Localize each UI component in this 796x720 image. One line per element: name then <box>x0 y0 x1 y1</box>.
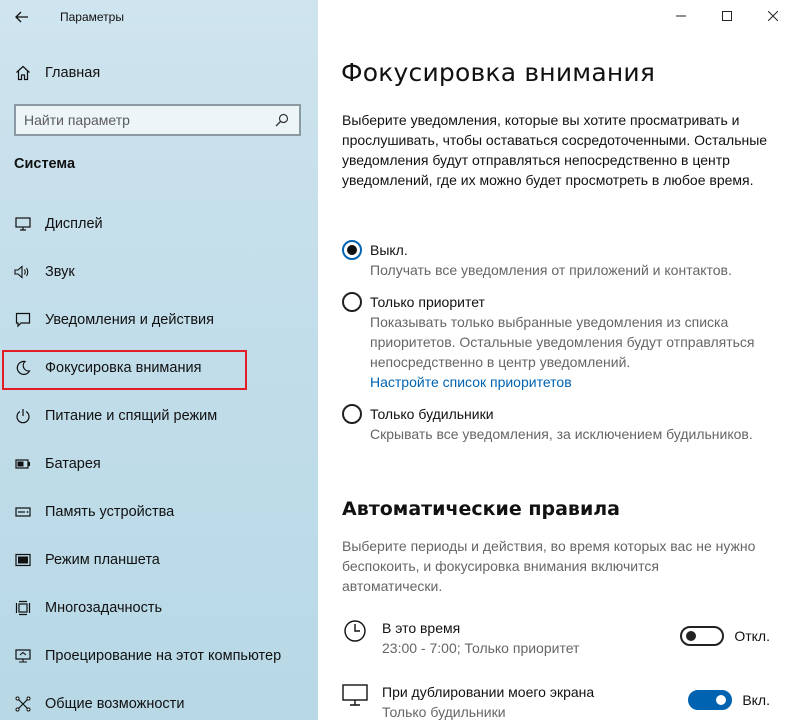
sidebar-item-notifications[interactable]: Уведомления и действия <box>0 296 318 344</box>
section-title: Система <box>14 156 76 172</box>
nav-list: Дисплей Звук Уведомления и действия Фоку… <box>0 200 318 720</box>
tablet-icon <box>12 550 34 570</box>
minimize-icon <box>676 15 686 17</box>
radio-label: Только будильники <box>370 406 494 422</box>
monitor-icon <box>342 682 368 708</box>
focus-mode-radio-group: Выкл. Получать все уведомления от прилож… <box>342 240 782 456</box>
notifications-icon <box>12 310 34 330</box>
sound-icon <box>12 262 34 282</box>
page-description: Выберите уведомления, которые вы хотите … <box>342 112 768 188</box>
radio-label: Выкл. <box>370 242 408 258</box>
sidebar-item-label: Дисплей <box>45 216 103 232</box>
radio-description: Показывать только выбранные уведомления … <box>370 314 755 370</box>
sidebar: Параметры Главная Система Дисплей Звук <box>0 0 318 720</box>
sidebar-item-label: Режим планшета <box>45 552 160 568</box>
display-icon <box>12 214 34 234</box>
back-button[interactable] <box>0 0 44 34</box>
sidebar-item-storage[interactable]: Память устройства <box>0 488 318 536</box>
maximize-icon <box>722 11 732 21</box>
content-pane: Фокусировка внимания Выберите уведомлени… <box>318 0 796 720</box>
rule-toggle-wrap: Вкл. <box>688 690 770 710</box>
toggle-knob <box>686 631 697 641</box>
sidebar-item-label: Главная <box>45 65 101 81</box>
sidebar-item-label: Память устройства <box>45 504 175 520</box>
radio-option-off[interactable]: Выкл. Получать все уведомления от прилож… <box>342 240 782 280</box>
search-icon[interactable] <box>273 111 291 129</box>
sidebar-item-label: Многозадачность <box>45 600 163 616</box>
toggle-state-label: Вкл. <box>742 692 770 708</box>
radio-option-priority-only[interactable]: Только приоритет Показывать только выбра… <box>342 292 782 392</box>
rule-toggle-time[interactable] <box>680 626 725 646</box>
radio-text: Только будильники Скрывать все уведомлен… <box>370 404 753 444</box>
close-icon <box>768 11 778 21</box>
sidebar-item-projecting[interactable]: Проецирование на этот компьютер <box>0 632 318 680</box>
moon-icon <box>12 358 34 378</box>
sidebar-item-focus-assist[interactable]: Фокусировка внимания <box>0 344 318 392</box>
sidebar-item-shared-experiences[interactable]: Общие возможности <box>0 680 318 720</box>
multitasking-icon <box>12 598 34 618</box>
sidebar-item-battery[interactable]: Батарея <box>0 440 318 488</box>
radio-button-priority-only[interactable] <box>342 292 362 312</box>
sidebar-item-label: Проецирование на этот компьютер <box>45 648 282 664</box>
automatic-rules-title: Автоматические правила <box>342 498 620 520</box>
sidebar-item-label: Общие возможности <box>45 696 185 712</box>
minimize-button[interactable] <box>658 0 704 32</box>
sidebar-item-label: Уведомления и действия <box>45 312 214 328</box>
radio-label: Только приоритет <box>370 294 485 310</box>
battery-icon <box>12 454 34 474</box>
sidebar-item-home[interactable]: Главная <box>0 56 318 90</box>
page-title: Фокусировка внимания <box>341 58 656 87</box>
window-controls <box>658 0 796 32</box>
projecting-icon <box>12 646 34 666</box>
radio-description: Скрывать все уведомления, за исключением… <box>370 426 753 442</box>
radio-description: Получать все уведомления от приложений и… <box>370 262 732 278</box>
radio-option-alarms-only[interactable]: Только будильники Скрывать все уведомлен… <box>342 404 782 444</box>
sidebar-item-power[interactable]: Питание и спящий режим <box>0 392 318 440</box>
sidebar-item-label: Батарея <box>45 456 101 472</box>
sidebar-item-sound[interactable]: Звук <box>0 248 318 296</box>
close-button[interactable] <box>750 0 796 32</box>
sidebar-item-tablet-mode[interactable]: Режим планшета <box>0 536 318 584</box>
app-title: Параметры <box>60 10 124 24</box>
sidebar-item-display[interactable]: Дисплей <box>0 200 318 248</box>
rule-duplicating-display[interactable]: При дублировании моего экрана Только буд… <box>342 682 782 720</box>
toggle-state-label: Откл. <box>734 628 770 644</box>
toggle-knob <box>716 695 727 705</box>
power-icon <box>12 406 34 426</box>
sidebar-item-label: Звук <box>45 264 75 280</box>
clock-icon <box>342 618 368 644</box>
radio-text: Выкл. Получать все уведомления от прилож… <box>370 240 732 280</box>
back-arrow-icon <box>15 11 28 23</box>
shared-experiences-icon <box>12 694 34 714</box>
rule-during-these-times[interactable]: В это время 23:00 - 7:00; Только приорит… <box>342 618 782 664</box>
radio-button-alarms-only[interactable] <box>342 404 362 424</box>
home-icon <box>12 63 34 83</box>
search-input[interactable] <box>24 112 273 128</box>
sidebar-item-label: Питание и спящий режим <box>45 408 218 424</box>
radio-text: Только приоритет Показывать только выбра… <box>370 292 782 392</box>
title-bar: Параметры <box>0 0 318 34</box>
rule-toggle-duplicating[interactable] <box>688 690 733 710</box>
radio-dot <box>347 245 357 255</box>
automatic-rules-description: Выберите периоды и действия, во время ко… <box>342 538 756 594</box>
sidebar-item-label: Фокусировка внимания <box>45 360 202 376</box>
rule-toggle-wrap: Откл. <box>680 626 770 646</box>
customize-priority-list-link[interactable]: Настройте список приоритетов <box>370 372 572 392</box>
sidebar-item-multitasking[interactable]: Многозадачность <box>0 584 318 632</box>
radio-button-off[interactable] <box>342 240 362 260</box>
storage-icon <box>12 502 34 522</box>
search-box[interactable] <box>14 104 301 136</box>
maximize-button[interactable] <box>704 0 750 32</box>
